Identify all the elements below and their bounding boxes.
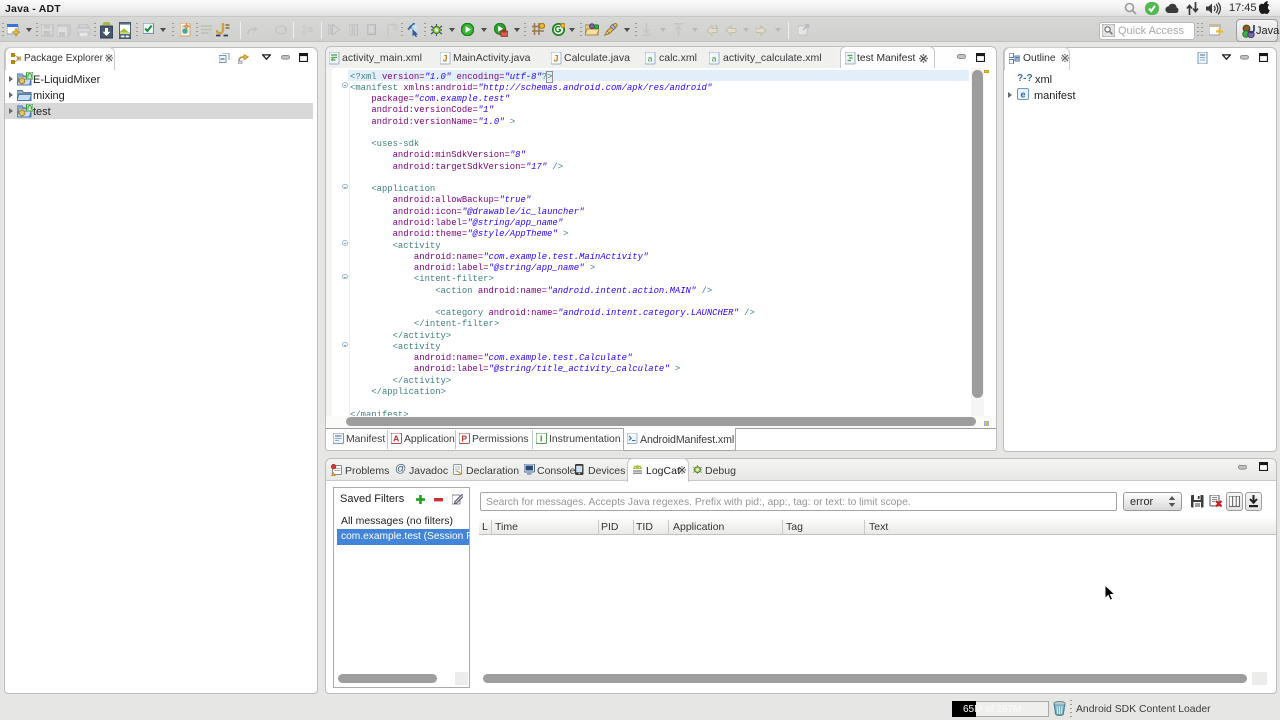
svg-text:e: e	[1020, 89, 1025, 99]
svg-text:a: a	[712, 54, 717, 64]
svg-text:J: J	[553, 54, 558, 64]
svg-text:a: a	[648, 54, 653, 64]
svg-text:P: P	[461, 434, 467, 444]
svg-text:A: A	[393, 434, 399, 444]
svg-text:I: I	[540, 434, 542, 444]
svg-text:J: J	[442, 54, 447, 64]
